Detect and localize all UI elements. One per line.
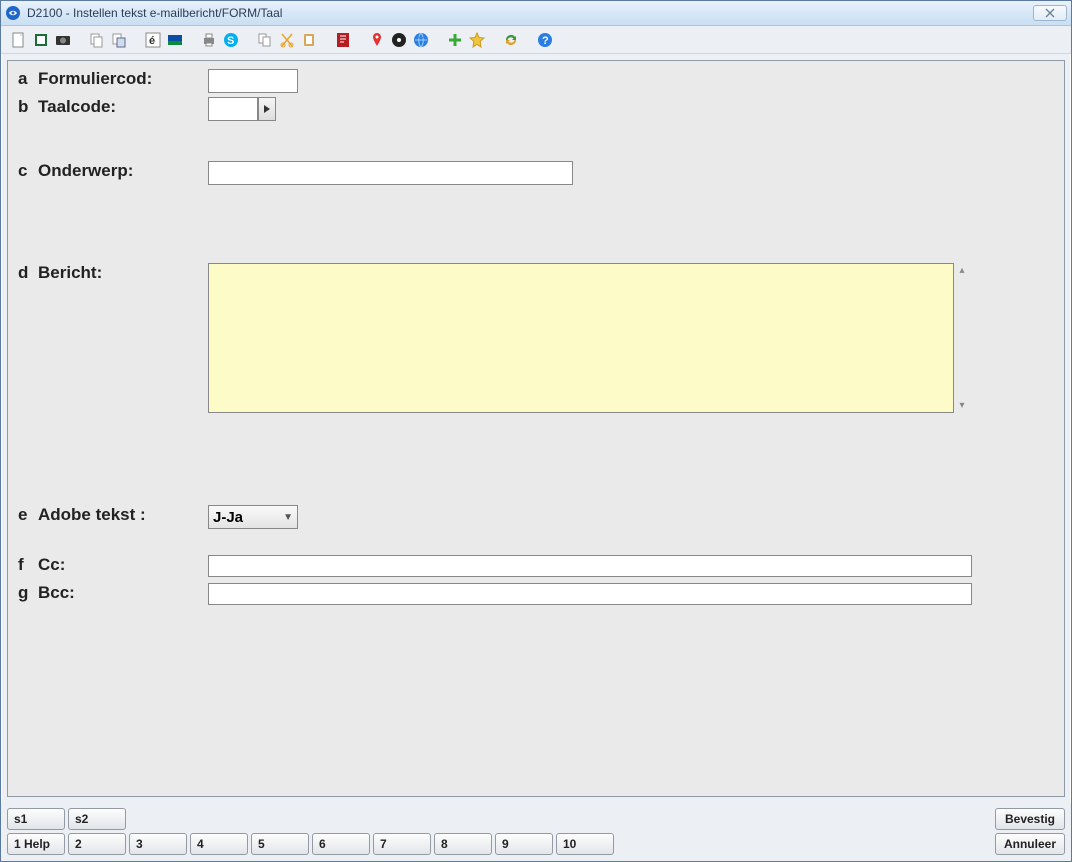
- cut-icon[interactable]: [279, 32, 295, 48]
- f6-button[interactable]: 6: [312, 833, 370, 855]
- camera-icon[interactable]: [55, 32, 71, 48]
- cancel-button[interactable]: Annuleer: [995, 833, 1065, 855]
- content-area: a Formuliercod: b Taalcode: c Onderwe: [1, 54, 1071, 803]
- s1-button[interactable]: s1: [7, 808, 65, 830]
- form-panel: a Formuliercod: b Taalcode: c Onderwe: [7, 60, 1065, 797]
- globe-icon[interactable]: [413, 32, 429, 48]
- row-letter-d: d: [18, 263, 38, 283]
- label-taalcode: Taalcode:: [38, 97, 208, 117]
- f9-button[interactable]: 9: [495, 833, 553, 855]
- row-letter-a: a: [18, 69, 38, 89]
- label-adobe-tekst: Adobe tekst :: [38, 505, 208, 525]
- pin-icon[interactable]: [369, 32, 385, 48]
- star-icon[interactable]: [469, 32, 485, 48]
- s2-button[interactable]: s2: [68, 808, 126, 830]
- f2-button[interactable]: 2: [68, 833, 126, 855]
- paste-special-icon[interactable]: [111, 32, 127, 48]
- cc-input[interactable]: [208, 555, 972, 577]
- row-letter-b: b: [18, 97, 38, 117]
- accent-icon[interactable]: é: [145, 32, 161, 48]
- scroll-down-icon[interactable]: ▾: [959, 400, 964, 411]
- book-icon[interactable]: [33, 32, 49, 48]
- f8-button[interactable]: 8: [434, 833, 492, 855]
- chevron-down-icon: ▼: [283, 512, 293, 523]
- window-title: D2100 - Instellen tekst e-mailbericht/FO…: [27, 6, 1027, 20]
- copy-icon[interactable]: [89, 32, 105, 48]
- row-letter-g: g: [18, 583, 38, 603]
- close-button[interactable]: [1033, 5, 1067, 21]
- row-letter-f: f: [18, 555, 38, 575]
- svg-text:é: é: [149, 35, 155, 47]
- disc-icon[interactable]: [391, 32, 407, 48]
- svg-text:S: S: [227, 35, 234, 47]
- titlebar: D2100 - Instellen tekst e-mailbericht/FO…: [1, 1, 1071, 26]
- plus-icon[interactable]: [447, 32, 463, 48]
- bcc-input[interactable]: [208, 583, 972, 605]
- refresh-icon[interactable]: [503, 32, 519, 48]
- bericht-textarea[interactable]: [208, 263, 954, 413]
- app-icon: [5, 5, 21, 21]
- bottom-bar: s1 s2 Bevestig 1 Help 2 3 4 5 6 7 8 9 10…: [1, 803, 1071, 861]
- pdf-icon[interactable]: [335, 32, 351, 48]
- textarea-scrollbar[interactable]: ▴ ▾: [954, 263, 970, 413]
- row-letter-e: e: [18, 505, 38, 525]
- adobe-tekst-select[interactable]: J-Ja ▼: [208, 505, 298, 529]
- label-onderwerp: Onderwerp:: [38, 161, 208, 181]
- clipboard-icon[interactable]: [301, 32, 317, 48]
- taalcode-lookup-button[interactable]: [258, 97, 276, 121]
- formuliercod-input[interactable]: [208, 69, 298, 93]
- f3-button[interactable]: 3: [129, 833, 187, 855]
- copy2-icon[interactable]: [257, 32, 273, 48]
- row-letter-c: c: [18, 161, 38, 181]
- new-icon[interactable]: [11, 32, 27, 48]
- f1-help-button[interactable]: 1 Help: [7, 833, 65, 855]
- card-icon[interactable]: [167, 32, 183, 48]
- label-cc: Cc:: [38, 555, 208, 575]
- f10-button[interactable]: 10: [556, 833, 614, 855]
- adobe-tekst-selected: J-Ja: [213, 509, 243, 526]
- f7-button[interactable]: 7: [373, 833, 431, 855]
- print-icon[interactable]: [201, 32, 217, 48]
- label-bcc: Bcc:: [38, 583, 208, 603]
- onderwerp-input[interactable]: [208, 161, 573, 185]
- help-icon[interactable]: ?: [537, 32, 553, 48]
- svg-text:?: ?: [542, 35, 549, 47]
- confirm-button[interactable]: Bevestig: [995, 808, 1065, 830]
- app-window: D2100 - Instellen tekst e-mailbericht/FO…: [0, 0, 1072, 862]
- label-bericht: Bericht:: [38, 263, 208, 283]
- label-formuliercod: Formuliercod:: [38, 69, 208, 89]
- toolbar: é S ?: [1, 26, 1071, 54]
- skype-icon[interactable]: S: [223, 32, 239, 48]
- taalcode-input[interactable]: [208, 97, 258, 121]
- scroll-up-icon[interactable]: ▴: [959, 265, 964, 276]
- f5-button[interactable]: 5: [251, 833, 309, 855]
- f4-button[interactable]: 4: [190, 833, 248, 855]
